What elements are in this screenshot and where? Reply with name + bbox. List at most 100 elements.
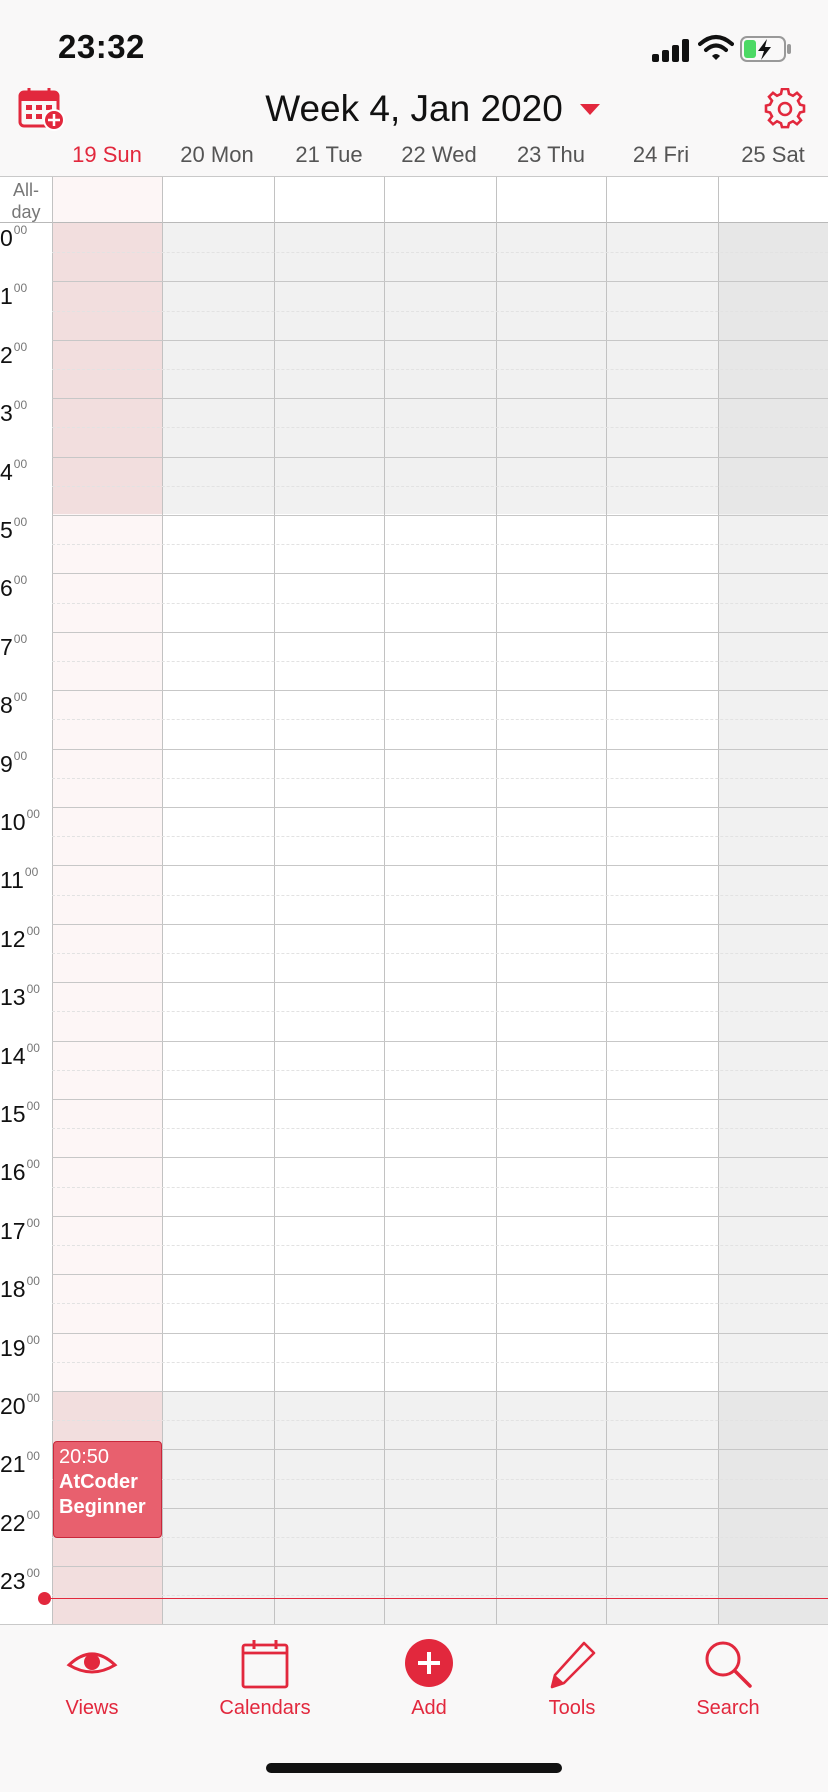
hour-number: 9 [0, 750, 13, 777]
gear-icon[interactable] [764, 88, 806, 130]
add-circle-icon [405, 1639, 453, 1687]
hour-number: 8 [0, 692, 13, 719]
week-title: Week 4, Jan 2020 [265, 88, 563, 129]
half-hour-line [52, 1420, 828, 1422]
day-column[interactable] [52, 177, 162, 1625]
week-grid[interactable]: All-day 000 100 200 300 400 500 600 700 800 900 10… [0, 176, 828, 1625]
hour-line [52, 573, 828, 575]
clock: 23:32 [58, 28, 145, 65]
search-icon [705, 1641, 752, 1688]
hour-line [52, 1215, 828, 1217]
tab-add[interactable]: Add [359, 1639, 499, 1720]
hour-line [52, 631, 828, 633]
pencil-icon [550, 1641, 596, 1689]
hour-label: 2000 [0, 1391, 40, 1420]
hour-line [52, 456, 828, 458]
hour-minutes: 00 [26, 923, 40, 938]
hour-number: 23 [0, 1568, 26, 1595]
hour-number: 12 [0, 925, 26, 952]
day-header-tue[interactable]: 21 Tue [274, 142, 384, 172]
half-hour-line [52, 369, 828, 370]
half-hour-line [52, 310, 828, 312]
hour-minutes: 00 [13, 515, 28, 529]
day-column[interactable] [274, 177, 384, 1625]
day-header-sat[interactable]: 25 Sat [718, 142, 828, 172]
hour-minutes: 00 [24, 865, 39, 880]
hour-line [52, 1449, 828, 1451]
hour-minutes: 00 [26, 807, 40, 821]
hour-minutes: 00 [26, 1332, 40, 1347]
hour-line [52, 1157, 828, 1159]
dropdown-caret-icon[interactable] [580, 104, 600, 115]
hour-minutes: 00 [26, 1391, 40, 1405]
tab-calendars-label: Calendars [219, 1697, 311, 1719]
current-time-line [44, 1598, 828, 1599]
half-hour-line [52, 777, 828, 779]
hour-minutes: 00 [26, 1566, 40, 1581]
day-column[interactable] [162, 177, 274, 1625]
day-header-wed[interactable]: 22 Wed [384, 142, 494, 172]
day-header-fri[interactable]: 24 Fri [606, 142, 716, 172]
hour-line [52, 398, 828, 400]
hour-minutes: 00 [26, 1157, 40, 1172]
half-hour-line [52, 602, 828, 604]
hour-minutes: 00 [26, 1099, 40, 1113]
hour-label: 1500 [0, 1099, 40, 1128]
half-hour-line [52, 1011, 828, 1013]
hour-line [52, 1566, 828, 1568]
hour-minutes: 00 [13, 456, 28, 471]
half-hour-line [52, 1186, 828, 1188]
hour-number: 14 [0, 1042, 26, 1069]
tab-search-label: Search [696, 1697, 760, 1719]
half-hour-line [52, 661, 828, 662]
hour-line [52, 1040, 828, 1042]
day-column[interactable] [718, 177, 828, 1625]
day-header-thu[interactable]: 23 Thu [496, 142, 606, 172]
home-indicator [266, 1763, 562, 1773]
half-hour-line [52, 894, 828, 896]
hour-minutes: 00 [13, 573, 28, 588]
hour-line [52, 1332, 828, 1334]
hour-number: 19 [0, 1334, 26, 1361]
hour-line [52, 690, 828, 692]
hour-number: 2 [0, 341, 13, 368]
event-atcoder-beginner[interactable]: 20:50 AtCoder Beginner [53, 1441, 162, 1538]
hour-label: 600 [0, 573, 28, 602]
all-day-label: All-day [11, 180, 41, 222]
hour-minutes: 00 [13, 281, 28, 296]
hour-label: 100 [0, 281, 28, 310]
day-column[interactable] [496, 177, 606, 1625]
day-header-sun[interactable]: 19 Sun [52, 142, 162, 172]
tab-views[interactable]: Views [22, 1639, 162, 1720]
day-column[interactable] [606, 177, 718, 1625]
event-title: AtCoder Beginner [59, 1471, 146, 1518]
hour-label: 900 [0, 749, 27, 778]
hour-minutes: 00 [13, 223, 28, 237]
hour-label: 1600 [0, 1157, 40, 1186]
hour-line [52, 1391, 828, 1392]
hour-label: 400 [0, 456, 28, 486]
hour-label: 1800 [0, 1274, 40, 1303]
week-title-button[interactable]: Week 4, Jan 2020 [0, 88, 828, 130]
tab-search[interactable]: Search [658, 1639, 798, 1720]
hour-label: 1300 [0, 982, 40, 1011]
tab-tools[interactable]: Tools [502, 1639, 642, 1720]
half-hour-line [52, 1069, 828, 1071]
battery-charging-icon [740, 36, 791, 62]
day-column[interactable] [384, 177, 496, 1625]
hour-minutes: 00 [13, 339, 28, 354]
tab-add-label: Add [411, 1697, 447, 1719]
day-header-mon[interactable]: 20 Mon [162, 142, 272, 172]
hour-minutes: 00 [26, 1215, 40, 1230]
hour-label: 300 [0, 398, 27, 427]
tab-views-label: Views [65, 1697, 119, 1719]
half-hour-line [52, 1537, 828, 1538]
event-time: 20:50 [59, 1446, 110, 1468]
half-hour-line [52, 1478, 828, 1480]
tab-calendars[interactable]: Calendars [195, 1639, 335, 1720]
half-hour-line [52, 836, 828, 838]
hour-number: 22 [0, 1509, 26, 1536]
hour-number: 15 [0, 1101, 26, 1127]
hour-number: 4 [0, 458, 13, 485]
half-hour-line [52, 1245, 828, 1246]
